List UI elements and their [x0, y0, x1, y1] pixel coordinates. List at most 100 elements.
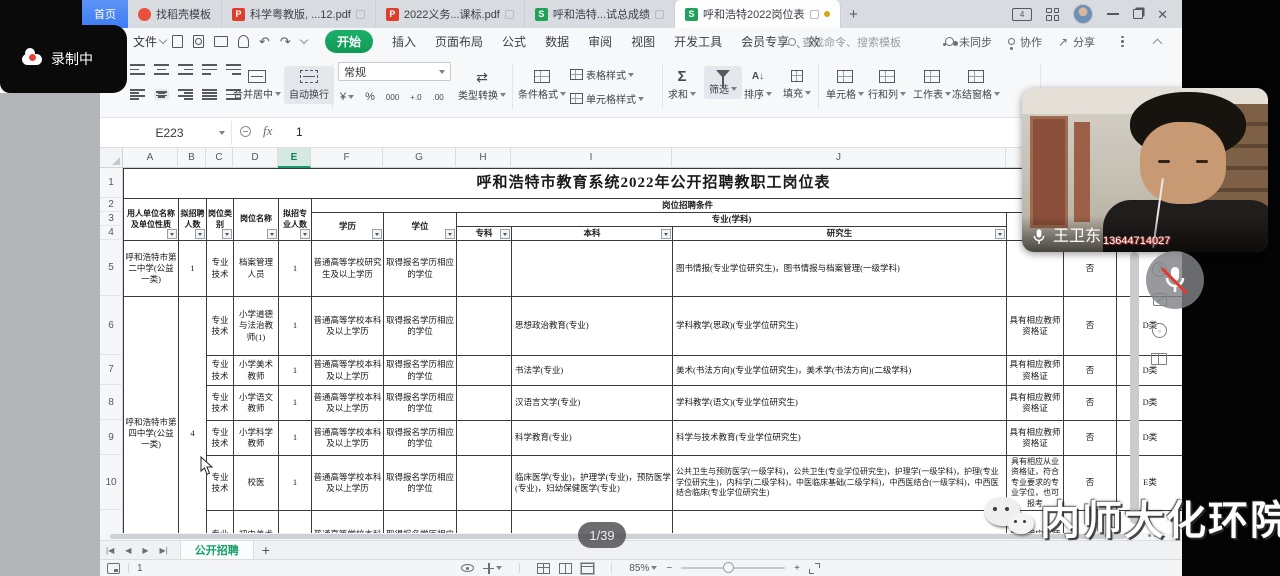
output-icon[interactable] [193, 35, 204, 48]
account-avatar[interactable] [1073, 4, 1093, 24]
filter-dropdown-icon[interactable] [267, 229, 277, 239]
cell-style-button[interactable]: 单元格样式 [570, 91, 644, 106]
justify-icon[interactable] [202, 89, 217, 100]
table-cell[interactable]: 具有相应教师资格证 [1007, 356, 1064, 386]
fill-button[interactable]: 填充 [783, 70, 811, 100]
menu-review[interactable]: 审阅 [588, 33, 612, 50]
new-document-tab-button[interactable]: + [841, 0, 867, 28]
tab-docer-template[interactable]: 找稻壳模板 [128, 0, 222, 28]
table-cell[interactable]: 小学美术教师 [234, 356, 279, 386]
align-middle-icon[interactable] [154, 64, 169, 75]
zoom-formula-icon[interactable] [240, 126, 251, 137]
merge-center-button[interactable]: 合并居中 [233, 70, 281, 101]
col-header-J[interactable]: J [672, 148, 1006, 168]
col-header-I[interactable]: I [511, 148, 672, 168]
table-cell[interactable]: 美术(专业学位研究生)，美术学(一级学科)，学科教学(美术)(专业学位研究生) [673, 511, 1007, 533]
table-cell[interactable]: D类 [1117, 386, 1182, 421]
page-break-view-icon[interactable] [559, 563, 572, 574]
table-cell[interactable]: 普通高等学校研究生及以上学历 [312, 241, 384, 297]
table-cell[interactable]: 校医 [234, 456, 279, 511]
table-cell[interactable] [512, 241, 673, 297]
cell-plan[interactable]: 4 [179, 297, 207, 533]
decrease-indent-icon[interactable] [202, 64, 217, 75]
conditional-format-button[interactable]: 条件格式 [518, 70, 566, 101]
currency-format-button[interactable]: ¥ [340, 91, 354, 103]
workspace-grid-icon[interactable] [1046, 8, 1059, 21]
zoom-slider-knob[interactable] [723, 562, 734, 573]
rows-cols-button[interactable]: 行和列 [868, 70, 906, 101]
header-graduate[interactable]: 研究生 [673, 227, 1007, 241]
fullscreen-icon[interactable] [809, 563, 820, 574]
table-cell[interactable]: 小学语文教师 [234, 386, 279, 421]
menu-page-layout[interactable]: 页面布局 [435, 33, 483, 50]
table-cell[interactable]: 1 [279, 421, 312, 456]
table-cell[interactable]: 小学科学教师 [234, 421, 279, 456]
table-cell[interactable]: 档案管理人员 [234, 241, 279, 297]
table-cell[interactable]: 否 [1064, 386, 1117, 421]
share-button[interactable]: ↗ 分享 [1058, 34, 1095, 50]
table-cell[interactable]: 取得报名学历相应的学位 [384, 297, 457, 356]
zoom-out-button[interactable]: − [666, 563, 672, 574]
table-cell[interactable] [457, 456, 512, 511]
table-cell[interactable]: 汉语言文学(专业) [512, 386, 673, 421]
mic-muted-button[interactable] [1146, 251, 1204, 309]
number-format-select[interactable]: 常规 [338, 62, 451, 81]
header-degree[interactable]: 学位 [384, 213, 457, 241]
percent-format-button[interactable]: % [365, 91, 375, 103]
tab-pdf-kebiao[interactable]: P 2022义务...课标.pdf [376, 0, 525, 28]
cell-plan[interactable]: 1 [179, 241, 207, 297]
menu-home[interactable]: 开始 [325, 30, 373, 53]
filter-dropdown-icon[interactable] [445, 229, 455, 239]
select-all-corner[interactable] [100, 148, 123, 168]
table-cell[interactable]: 取得报名学历相应的学位 [384, 386, 457, 421]
tab-sheet-scores[interactable]: S 呼和浩特...试总成绩 [525, 0, 675, 28]
table-cell[interactable]: 思想政治教育(专业) [512, 297, 673, 356]
wrap-text-button[interactable]: 自动换行 [284, 66, 334, 104]
table-cell[interactable] [457, 297, 512, 356]
worksheet-button[interactable]: 工作表 [913, 70, 951, 101]
filter-dropdown-icon[interactable] [661, 229, 671, 239]
cell-unit-school2[interactable]: 呼和浩特市第二中学(公益一类) [124, 241, 179, 297]
last-sheet-button[interactable]: ▶| [160, 546, 168, 555]
eye-protection-icon[interactable] [461, 564, 474, 572]
table-cell[interactable]: 小学道德与法治教师(1) [234, 297, 279, 356]
table-cell[interactable] [279, 511, 312, 533]
undo-icon[interactable]: ↶ [259, 34, 270, 50]
filter-dropdown-icon[interactable] [222, 229, 232, 239]
table-cell[interactable]: 取得报名学历相应的学位 [384, 456, 457, 511]
row-header[interactable]: 5 [100, 240, 123, 296]
menu-developer[interactable]: 开发工具 [674, 33, 722, 50]
table-cell[interactable]: 1 [279, 456, 312, 511]
table-cell[interactable]: 书法学(专业) [512, 356, 673, 386]
filter-button[interactable]: 筛选 [704, 66, 742, 99]
save-icon[interactable] [172, 35, 183, 48]
pin-icon[interactable] [655, 10, 664, 19]
col-header-A[interactable]: A [123, 148, 178, 168]
row-header[interactable]: 7 [100, 355, 123, 385]
table-cell[interactable]: 取得报名学历相应的学位 [384, 511, 457, 533]
command-search[interactable]: 查找命令、搜索模板 [788, 34, 901, 50]
vertical-scrollbar-thumb[interactable] [1130, 252, 1139, 524]
table-cell[interactable]: 普通高等学校本科及以上学历 [312, 421, 384, 456]
table-cell[interactable]: 初中美术教师 [234, 511, 279, 533]
collapse-ribbon-icon[interactable] [1152, 39, 1162, 49]
table-cell[interactable]: 专业技术 [207, 511, 234, 533]
pin-icon[interactable] [505, 10, 514, 19]
pin-icon[interactable] [810, 10, 819, 19]
table-cell[interactable] [457, 511, 512, 533]
increase-decimal-button[interactable]: +.0 [410, 93, 421, 102]
table-cell[interactable] [457, 421, 512, 456]
table-cell[interactable]: 科学教育(专业) [512, 421, 673, 456]
more-options-icon[interactable] [1121, 36, 1124, 48]
table-cell[interactable]: 具有相应教师资格证 [1007, 386, 1064, 421]
zoom-in-button[interactable]: + [794, 563, 800, 574]
row-header[interactable]: 2 [100, 198, 123, 212]
webcam-video[interactable]: 王卫东 13644714027 [1022, 88, 1268, 252]
table-cell[interactable]: 1 [279, 386, 312, 421]
row-header[interactable]: 4 [100, 226, 123, 240]
col-header-G[interactable]: G [383, 148, 456, 168]
col-header-H[interactable]: H [456, 148, 511, 168]
menu-formulas[interactable]: 公式 [502, 33, 526, 50]
table-cell[interactable]: 临床医学(专业)，护理学(专业)，预防医学(专业)，妇幼保健医学(专业) [512, 456, 673, 511]
normal-view-icon[interactable] [537, 563, 550, 574]
